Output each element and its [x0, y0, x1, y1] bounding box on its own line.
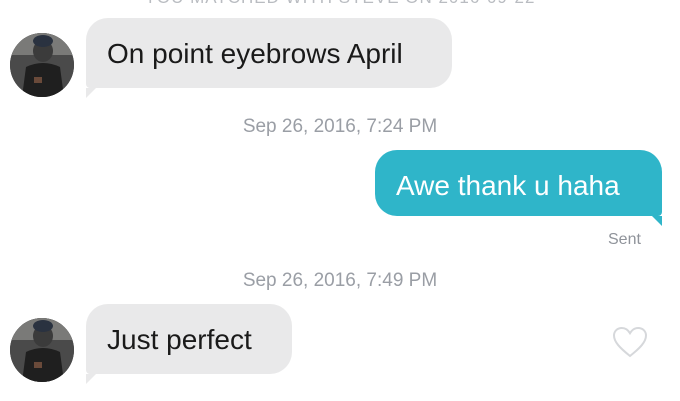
chat-screen: YOU MATCHED WITH STEVE ON 2016-09-22 On …: [0, 0, 680, 401]
message-bubble-incoming[interactable]: Just perfect: [86, 304, 292, 374]
bubble-tail: [86, 374, 96, 384]
contact-avatar[interactable]: [10, 318, 74, 382]
heart-outline-icon[interactable]: [612, 326, 648, 358]
bubble-tail: [86, 88, 96, 98]
message-timestamp: Sep 26, 2016, 7:24 PM: [242, 116, 438, 137]
message-bubble-incoming[interactable]: On point eyebrows April: [86, 18, 452, 88]
contact-avatar[interactable]: [10, 33, 74, 97]
message-text: On point eyebrows April: [107, 38, 403, 69]
message-bubble-outgoing[interactable]: Awe thank u haha: [375, 150, 662, 216]
message-timestamp: Sep 26, 2016, 7:49 PM: [242, 270, 438, 291]
match-banner: YOU MATCHED WITH STEVE ON 2016-09-22: [0, 0, 680, 8]
message-status: Sent: [608, 231, 641, 248]
bubble-tail: [652, 216, 662, 226]
message-text: Awe thank u haha: [396, 170, 620, 201]
message-text: Just perfect: [107, 324, 252, 355]
